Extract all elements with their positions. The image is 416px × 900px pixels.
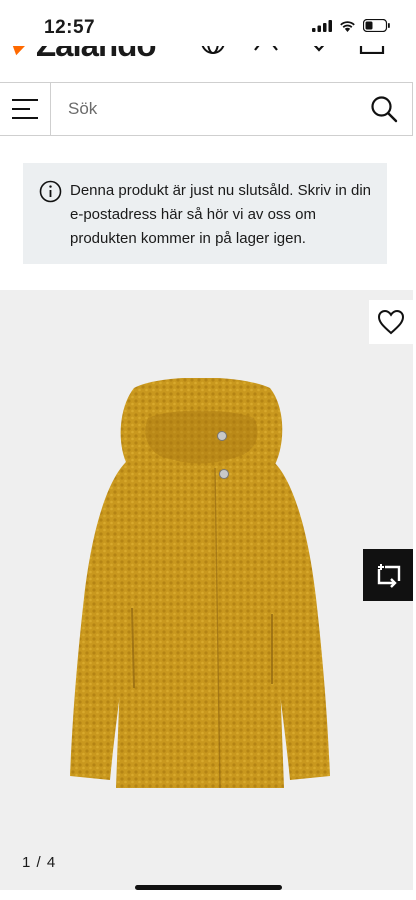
status-icons [312, 19, 390, 32]
status-time: 12:57 [44, 17, 96, 38]
home-indicator[interactable] [135, 885, 282, 890]
sold-out-notice: Denna produkt är just nu slutsåld. Skriv… [23, 163, 387, 264]
menu-icon [12, 99, 38, 119]
compare-icon [377, 564, 400, 588]
info-icon [39, 180, 62, 203]
image-counter: 1 / 4 [22, 854, 57, 871]
notice-text: Denna produkt är just nu slutsåld. Skriv… [70, 182, 371, 247]
product-image-gallery[interactable]: 1 / 4 [0, 290, 413, 890]
wishlist-button[interactable] [369, 300, 413, 344]
signal-icon [312, 19, 332, 32]
compare-button[interactable] [363, 549, 413, 601]
wishlist-heart-icon [377, 309, 405, 335]
menu-button[interactable] [0, 83, 51, 135]
search-input[interactable] [66, 98, 350, 120]
search-icon [371, 96, 398, 123]
search-button[interactable] [356, 83, 412, 135]
wifi-icon [340, 20, 355, 32]
search-bar [0, 82, 413, 136]
battery-icon [363, 19, 390, 32]
status-bar: 12:57 [0, 0, 416, 46]
search-field [51, 83, 356, 135]
product-image[interactable] [50, 378, 350, 798]
